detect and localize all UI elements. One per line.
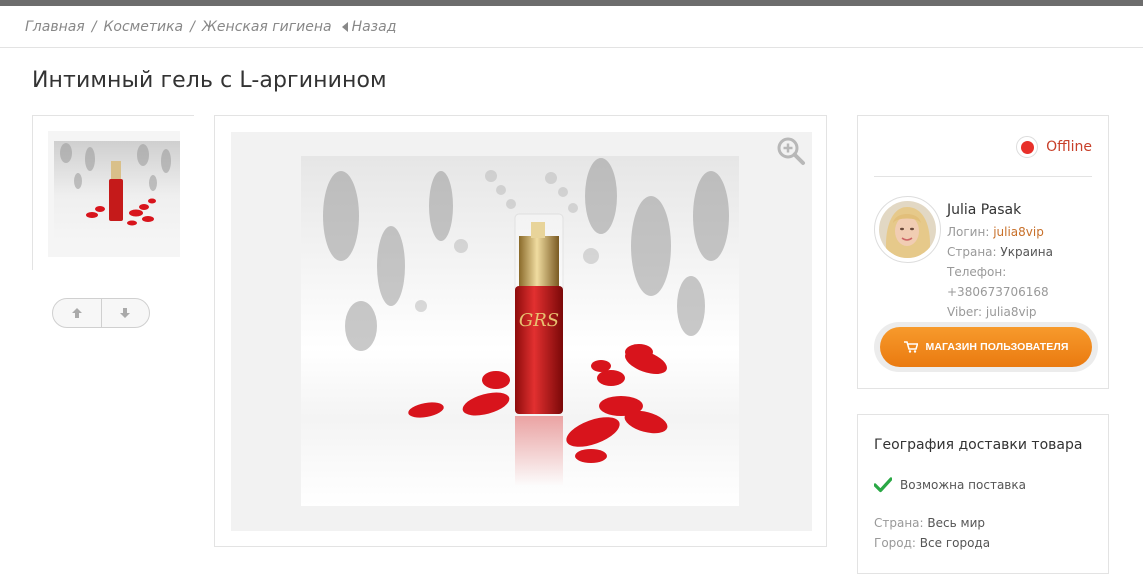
viber-label: Viber: bbox=[947, 305, 983, 319]
main-product-image[interactable]: GRS bbox=[301, 156, 739, 506]
country-label: Страна: bbox=[947, 245, 997, 259]
divider bbox=[874, 176, 1092, 177]
breadcrumb-separator: / bbox=[91, 18, 97, 35]
seller-login-row: Логин: julia8vip bbox=[947, 222, 1108, 242]
seller-phone: +380673706168 bbox=[947, 285, 1049, 299]
delivery-details: Страна: Весь мир Город: Все города bbox=[874, 513, 990, 553]
back-link-label: Назад bbox=[351, 18, 397, 35]
breadcrumb-cosmetics[interactable]: Косметика bbox=[103, 19, 183, 35]
product-thumbnail[interactable] bbox=[48, 131, 180, 257]
delivery-country: Весь мир bbox=[927, 516, 985, 530]
breadcrumb-home[interactable]: Главная bbox=[25, 19, 85, 35]
avatar[interactable] bbox=[874, 196, 941, 263]
seller-country: Украина bbox=[1000, 245, 1053, 259]
page-title: Интимный гель с L-аргинином bbox=[32, 68, 387, 93]
thumbnail-up-button[interactable] bbox=[53, 299, 101, 327]
up-arrow-icon bbox=[71, 308, 82, 318]
breadcrumb-feminine-hygiene[interactable]: Женская гигиена bbox=[202, 19, 332, 35]
user-shop-button[interactable]: МАГАЗИН ПОЛЬЗОВАТЕЛЯ bbox=[880, 327, 1092, 367]
thumbnail-image bbox=[48, 131, 180, 257]
delivery-possible-label: Возможна поставка bbox=[900, 478, 1026, 492]
seller-login[interactable]: julia8vip bbox=[993, 225, 1044, 239]
zoom-button[interactable] bbox=[776, 136, 806, 166]
down-arrow-icon bbox=[120, 308, 131, 318]
delivery-card: География доставки товара Возможна поста… bbox=[857, 414, 1109, 574]
product-photo: GRS bbox=[301, 156, 739, 506]
seller-phone-row: Телефон: +380673706168 bbox=[947, 262, 1108, 302]
thumbnail-scroller bbox=[52, 298, 150, 328]
seller-country-row: Страна: Украина bbox=[947, 242, 1108, 262]
delivery-title: География доставки товара bbox=[874, 437, 1083, 453]
delivery-city-label: Город: bbox=[874, 536, 916, 550]
delivery-possible: Возможна поставка bbox=[874, 477, 1026, 493]
user-shop-button-label: МАГАЗИН ПОЛЬЗОВАТЕЛЯ bbox=[925, 341, 1069, 353]
seller-viber-row: Viber: julia8vip bbox=[947, 302, 1108, 322]
seller-viber: julia8vip bbox=[985, 305, 1037, 319]
seller-status: Offline bbox=[1016, 136, 1092, 158]
delivery-city-row: Город: Все города bbox=[874, 533, 990, 553]
status-label: Offline bbox=[1046, 139, 1092, 155]
breadcrumb: Главная / Косметика / Женская гигиена На… bbox=[0, 6, 1143, 48]
back-arrow-icon bbox=[341, 21, 348, 32]
back-link[interactable]: Назад bbox=[341, 18, 397, 35]
thumbnail-gallery bbox=[32, 115, 194, 270]
seller-name[interactable]: Julia Pasak bbox=[947, 200, 1108, 220]
thumbnail-down-button[interactable] bbox=[100, 299, 150, 327]
main-image-panel: GRS bbox=[214, 115, 827, 547]
shop-button-wrapper: МАГАЗИН ПОЛЬЗОВАТЕЛЯ bbox=[874, 322, 1098, 372]
cart-icon bbox=[903, 341, 918, 353]
delivery-country-label: Страна: bbox=[874, 516, 924, 530]
delivery-city: Все города bbox=[919, 536, 991, 550]
seller-info: Julia Pasak Логин: julia8vip Страна: Укр… bbox=[947, 200, 1108, 322]
avatar-image bbox=[879, 201, 936, 258]
seller-card: Offline Julia Pasak Логин: julia8vip Стр… bbox=[857, 115, 1109, 389]
delivery-country-row: Страна: Весь мир bbox=[874, 513, 990, 533]
status-indicator-icon bbox=[1016, 136, 1039, 158]
zoom-in-icon bbox=[777, 137, 805, 165]
breadcrumb-separator: / bbox=[190, 18, 195, 35]
check-icon bbox=[874, 477, 892, 493]
login-label: Логин: bbox=[947, 225, 990, 239]
phone-label: Телефон: bbox=[947, 265, 1007, 279]
svg-text:GRS: GRS bbox=[519, 310, 559, 331]
